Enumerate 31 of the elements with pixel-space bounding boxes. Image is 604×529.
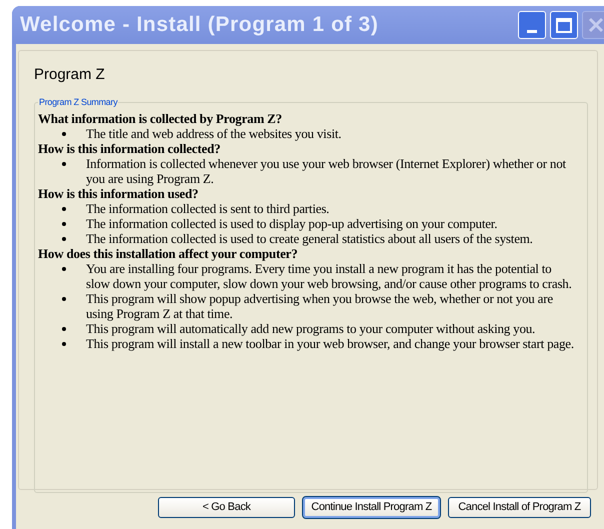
close-icon [587, 16, 604, 34]
bullet-text: The information collected is sent to third parties. [86, 201, 330, 216]
bullet-icon [62, 342, 66, 346]
window-title: Welcome - Install (Program 1 of 3) [20, 12, 380, 38]
dialog-button[interactable]: Cancel Install of Program Z [448, 497, 591, 518]
section-question: How is this information collected? [38, 141, 222, 156]
bullet-text: This program will install a new toolbar in your web browser, and change your browser start page. [86, 336, 575, 351]
bullet-icon [62, 222, 66, 226]
bullet-text: The title and web address of the websites you visit. [86, 126, 342, 141]
bullet-text: The information collected is used to display pop-up advertising on your computer. [86, 216, 498, 231]
group-legend: Program Z Summary [38, 96, 118, 109]
bullet-text: This program will automatically add new programs to your computer without asking you. [86, 321, 536, 336]
minimize-button[interactable] [518, 11, 546, 39]
section-question: How is this information used? [38, 186, 200, 201]
bullet-icon [62, 297, 66, 301]
section-question: What information is collected by Program Z? [38, 111, 283, 126]
bullet-icon [62, 162, 66, 166]
dialog-button[interactable]: < Go Back [158, 497, 295, 518]
program-heading: Program Z [34, 65, 106, 85]
bullet-icon [62, 237, 66, 241]
dialog-button[interactable]: Continue Install Program Z [303, 497, 440, 518]
bullet-text: This program will show popup advertising when you browse the web, whether or not you are using Program Z at that time. [86, 291, 554, 321]
bullet-icon [62, 327, 66, 331]
section-question: How does this installation affect your computer? [38, 246, 299, 261]
bullet-icon [62, 267, 66, 271]
bullet-text: The information collected is used to create general statistics about all users of the system. [86, 231, 534, 246]
bullet-icon [62, 132, 66, 136]
bullet-text: You are installing four programs. Every time you install a new program it has the potential to slow down your computer, slow down your web browsing, and/or cause other programs to crash. [86, 261, 573, 291]
bullet-icon [62, 207, 66, 211]
maximize-button[interactable] [550, 11, 578, 39]
bullet-text: Information is collected whenever you use your web browser (Internet Explorer) whether or not you are using Program Z. [86, 156, 567, 186]
